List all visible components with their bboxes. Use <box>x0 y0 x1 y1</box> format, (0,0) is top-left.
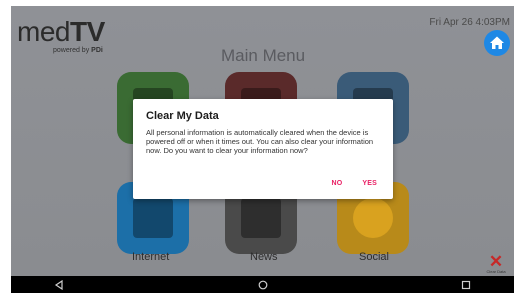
device-frame: medTV powered by PDi Fri Apr 26 4:03PM M… <box>11 6 514 293</box>
medtv-logo: medTV powered by PDi <box>17 16 105 55</box>
clear-data-dialog: Clear My Data All personal information i… <box>133 99 393 199</box>
dialog-title: Clear My Data <box>146 110 219 122</box>
close-icon: ✕ <box>488 252 504 271</box>
logo-tagline-brand: PDi <box>91 47 103 54</box>
clear-data-label: Clear Data <box>486 269 506 274</box>
home-circle-icon <box>258 280 268 290</box>
clear-data-button[interactable]: ✕ Clear Data <box>485 252 507 274</box>
home-icon <box>490 36 504 49</box>
yes-button[interactable]: YES <box>362 180 377 187</box>
app-screen: medTV powered by PDi Fri Apr 26 4:03PM M… <box>11 6 514 276</box>
globe-icon <box>133 198 173 238</box>
newspaper-icon <box>241 198 281 238</box>
logo-tagline-prefix: powered by <box>53 47 90 54</box>
recents-button[interactable] <box>460 279 472 291</box>
android-nav-bar <box>11 276 514 293</box>
home-button[interactable] <box>484 30 510 56</box>
tile-label-social: Social <box>359 251 389 263</box>
tile-label-news: News <box>250 251 278 263</box>
logo-word-bold: TV <box>69 16 105 47</box>
back-button[interactable] <box>53 279 65 291</box>
speech-bubble-icon <box>353 198 393 238</box>
no-button[interactable]: NO <box>331 180 342 187</box>
status-datetime: Fri Apr 26 4:03PM <box>429 17 510 28</box>
nav-home-button[interactable] <box>257 279 269 291</box>
logo-word-light: med <box>17 16 70 47</box>
tile-label-internet: Internet <box>132 251 170 263</box>
dialog-message: All personal information is automaticall… <box>146 128 374 155</box>
recents-square-icon <box>461 280 471 290</box>
page-title: Main Menu <box>221 46 306 65</box>
dialog-actions: NO YES <box>331 180 377 187</box>
back-triangle-icon <box>54 280 63 290</box>
